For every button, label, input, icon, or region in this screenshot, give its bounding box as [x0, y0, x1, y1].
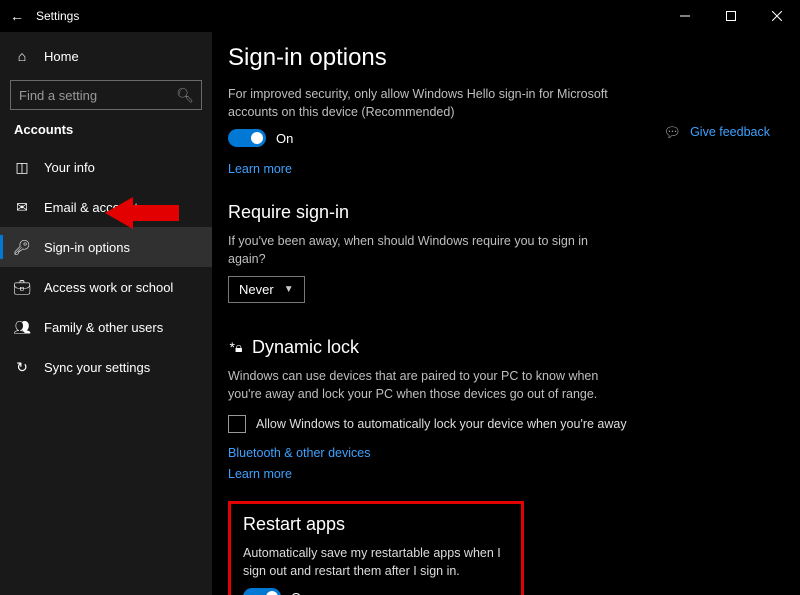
home-label: Home: [44, 49, 79, 64]
sidebar-item-access-work-school[interactable]: 💼︎ Access work or school: [0, 267, 212, 307]
bluetooth-devices-link[interactable]: Bluetooth & other devices: [228, 446, 370, 460]
user-card-icon: ◫: [14, 159, 30, 175]
toggle-label: On: [291, 590, 308, 595]
key-icon: 🔑︎: [14, 239, 30, 255]
chevron-down-icon: ▼: [284, 284, 294, 295]
home-icon: ⌂: [14, 48, 30, 64]
titlebar: ← Settings: [0, 0, 800, 32]
window-title: Settings: [34, 9, 79, 23]
learn-more-link[interactable]: Learn more: [228, 162, 292, 176]
annotation-arrow-icon: [105, 195, 179, 231]
people-icon: 👥︎: [14, 319, 30, 335]
checkbox-label: Allow Windows to automatically lock your…: [256, 417, 627, 431]
sync-icon: ↻: [14, 359, 30, 375]
sidebar-group-header: Accounts: [0, 122, 212, 147]
sidebar-item-label: Access work or school: [44, 280, 173, 295]
dropdown-value: Never: [239, 282, 274, 297]
sidebar-item-family-other-users[interactable]: 👥︎ Family & other users: [0, 307, 212, 347]
close-button[interactable]: [754, 0, 800, 32]
dynamic-lock-checkbox[interactable]: Allow Windows to automatically lock your…: [228, 415, 800, 433]
minimize-button[interactable]: [662, 0, 708, 32]
sidebar-item-label: Sync your settings: [44, 360, 150, 375]
give-feedback-link[interactable]: 💬︎ Give feedback: [664, 124, 770, 140]
toggle-label: On: [276, 131, 293, 146]
feedback-icon: 💬︎: [664, 124, 680, 140]
restart-apps-header: Restart apps: [243, 514, 509, 535]
dynamic-lock-icon: *🔒︎: [228, 340, 244, 356]
require-signin-desc: If you've been away, when should Windows…: [228, 233, 628, 268]
content-pane: Sign-in options For improved security, o…: [212, 32, 800, 595]
learn-more-link[interactable]: Learn more: [228, 467, 292, 481]
search-icon: 🔍︎: [176, 87, 194, 104]
sidebar-item-sync-settings[interactable]: ↻ Sync your settings: [0, 347, 212, 387]
back-button[interactable]: ←: [0, 8, 34, 24]
maximize-button[interactable]: [708, 0, 754, 32]
page-title: Sign-in options: [228, 44, 800, 72]
mail-icon: ✉︎: [14, 199, 30, 215]
dynamic-lock-header-text: Dynamic lock: [252, 337, 359, 358]
home-button[interactable]: ⌂ Home: [0, 38, 212, 74]
feedback-label: Give feedback: [690, 125, 770, 139]
require-signin-header: Require sign-in: [228, 202, 800, 223]
sidebar: ⌂ Home 🔍︎ Accounts ◫ Your info ✉︎ Email …: [0, 32, 212, 595]
restart-apps-toggle[interactable]: On: [243, 588, 509, 595]
sidebar-item-label: Your info: [44, 160, 95, 175]
sidebar-item-sign-in-options[interactable]: 🔑︎ Sign-in options: [0, 227, 212, 267]
hello-description: For improved security, only allow Window…: [228, 86, 628, 121]
briefcase-icon: 💼︎: [14, 279, 30, 295]
checkbox-box-icon: [228, 415, 246, 433]
toggle-switch-icon: [228, 129, 266, 147]
require-signin-dropdown[interactable]: Never ▼: [228, 276, 305, 303]
restart-apps-highlight-box: Restart apps Automatically save my resta…: [228, 501, 524, 595]
toggle-switch-icon: [243, 588, 281, 595]
restart-apps-desc: Automatically save my restartable apps w…: [243, 545, 509, 580]
search-input[interactable]: [10, 80, 202, 110]
sidebar-item-label: Sign-in options: [44, 240, 130, 255]
dynamic-lock-header: *🔒︎ Dynamic lock: [228, 337, 800, 358]
sidebar-item-your-info[interactable]: ◫ Your info: [0, 147, 212, 187]
sidebar-item-label: Family & other users: [44, 320, 163, 335]
dynamic-lock-desc: Windows can use devices that are paired …: [228, 368, 628, 403]
